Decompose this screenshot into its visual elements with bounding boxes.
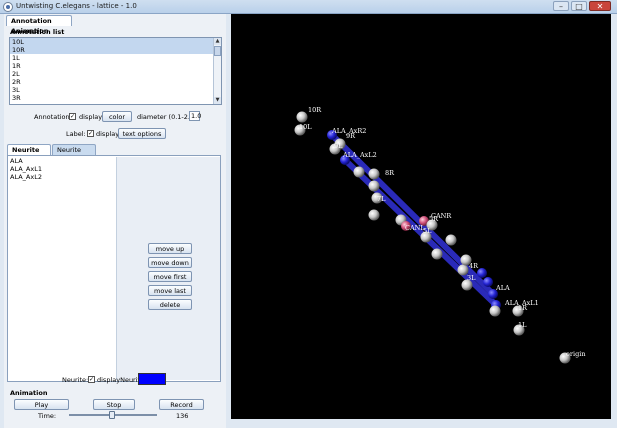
annotation-list-item[interactable]: 2L: [10, 70, 221, 78]
lattice-point[interactable]: [489, 305, 501, 317]
lattice-point-label: 10L: [299, 123, 312, 131]
tab-annotation-animation[interactable]: Annotation Animation: [6, 15, 72, 35]
control-panel: Annotation Animation Annotation list 10L…: [4, 14, 226, 428]
lattice-point-label: 10R: [308, 106, 322, 114]
label-display-label: display: [96, 130, 120, 138]
lattice-point[interactable]: [477, 268, 487, 278]
scroll-up-icon[interactable]: ▲: [214, 38, 221, 45]
lattice-point-label: 7L: [377, 195, 386, 203]
check-icon: ✓: [89, 376, 95, 383]
time-slider-thumb[interactable]: [109, 411, 116, 419]
lattice-point[interactable]: [353, 166, 365, 178]
annotation-label: Annotation:: [34, 113, 72, 121]
annotation-list-item[interactable]: 2R: [10, 78, 221, 86]
neurite-path-item[interactable]: ALA_AxL2: [9, 173, 115, 181]
lattice-point[interactable]: [368, 168, 380, 180]
move-down-button[interactable]: move down: [148, 257, 192, 268]
maximize-button[interactable]: □: [571, 1, 587, 11]
lattice-point[interactable]: [296, 111, 308, 123]
check-icon: ✓: [70, 113, 76, 120]
lattice-point-label: 5L: [423, 227, 432, 235]
annotation-list-item[interactable]: 1L: [10, 54, 221, 62]
title-bar: Untwisting C.elegans - lattice - 1.0 – □…: [0, 0, 617, 14]
time-value: 136: [176, 412, 189, 420]
lattice-point[interactable]: [431, 248, 443, 260]
lattice-point-label: 4R: [469, 262, 479, 270]
tab-neurite-path2[interactable]: Neurite Path2: [52, 144, 96, 164]
display-neurite-checkbox[interactable]: ✓: [88, 376, 95, 383]
label-display-checkbox[interactable]: ✓: [87, 130, 94, 137]
lattice-point-label: 5R: [429, 215, 439, 223]
lattice-point-label: 9L: [334, 142, 343, 150]
tab-neurite-path1[interactable]: Neurite Path1: [7, 144, 51, 164]
annotation-display-label: display: [79, 113, 103, 121]
label-label: Label:: [66, 130, 86, 138]
annotation-list-item[interactable]: 3L: [10, 86, 221, 94]
check-icon: ✓: [88, 130, 94, 137]
annotation-list-scrollbar[interactable]: ▲ ▼: [213, 38, 221, 104]
delete-button[interactable]: delete: [148, 299, 192, 310]
stop-button[interactable]: Stop: [93, 399, 135, 410]
lattice-point-label: 9R: [346, 132, 356, 140]
neurite-panel: ALA ALA_AxL1 ALA_AxL2 move up move down mo…: [7, 155, 221, 382]
neurite-button-column: move up move down move first move last d…: [116, 157, 220, 380]
lattice-point[interactable]: [368, 180, 380, 192]
annotation-list-heading: Annotation list: [10, 28, 65, 36]
lattice-point-label: 1R: [518, 304, 528, 312]
move-up-button[interactable]: move up: [148, 243, 192, 254]
window-title: Untwisting C.elegans - lattice - 1.0: [16, 2, 137, 10]
annotation-list-item[interactable]: 3R: [10, 94, 221, 102]
lattice-point[interactable]: [460, 254, 472, 266]
lattice-point-label: ALA_AxL2: [342, 151, 377, 159]
lattice-point[interactable]: [483, 277, 493, 287]
animation-heading: Animation: [10, 389, 48, 397]
lattice-point[interactable]: [445, 234, 457, 246]
window-bottom-frame: [226, 419, 617, 428]
move-last-button[interactable]: move last: [148, 285, 192, 296]
app-icon: [3, 2, 13, 12]
neurite-path-tube: [342, 157, 499, 308]
lattice-point-label: 8R: [385, 169, 395, 177]
text-options-button[interactable]: text options: [118, 128, 166, 139]
scroll-down-icon[interactable]: ▼: [214, 97, 221, 104]
color-button[interactable]: color: [102, 111, 132, 122]
minimize-button[interactable]: –: [553, 1, 569, 11]
neurite-path-list[interactable]: ALA ALA_AxL1 ALA_AxL2: [9, 157, 115, 380]
lattice-point-label: 1L: [518, 321, 527, 329]
move-first-button[interactable]: move first: [148, 271, 192, 282]
close-button[interactable]: ✕: [589, 1, 611, 11]
scroll-thumb[interactable]: [214, 46, 221, 56]
lattice-point[interactable]: [368, 209, 380, 221]
lattice-canvas[interactable]: 10R10L ALA_AxR29R9LALA_AxL28R7LCANRCANL5R…: [231, 14, 611, 419]
lattice-point-label: 3L: [467, 274, 476, 282]
annotation-list-item[interactable]: 10R: [10, 46, 221, 54]
annotation-list-item[interactable]: 10L: [10, 38, 221, 46]
neurite-color-swatch[interactable]: [138, 373, 166, 385]
play-button[interactable]: Play: [14, 399, 69, 410]
neurite-path-item[interactable]: ALA_AxL1: [9, 165, 115, 173]
lattice-point-label: ALA: [495, 284, 510, 292]
annotation-display-checkbox[interactable]: ✓: [69, 113, 76, 120]
time-label: Time:: [38, 412, 57, 420]
annotation-list[interactable]: 10L 10R 1L 1R 2L 2R 3L 3R ▲ ▼: [9, 37, 222, 105]
lattice-point-label: origin: [566, 350, 586, 358]
annotation-list-item[interactable]: 1R: [10, 62, 221, 70]
lattice-viewport[interactable]: 10R 10L ALA_AxR2 9R 9L ALA_AxL2 8R 7L CANR CANL 5R…: [231, 14, 611, 419]
window-right-frame: [611, 14, 617, 428]
neurite-label: Neurite:: [62, 376, 89, 384]
neurite-path-item[interactable]: ALA: [9, 157, 115, 165]
diameter-input[interactable]: 1.0: [189, 111, 201, 121]
record-button[interactable]: Record: [159, 399, 204, 410]
